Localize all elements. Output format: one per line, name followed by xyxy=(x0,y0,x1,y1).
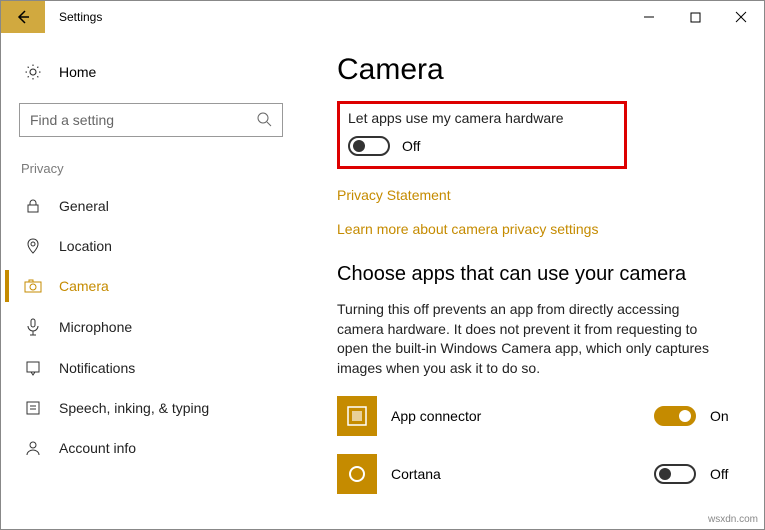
search-input[interactable] xyxy=(19,103,283,137)
privacy-statement-link[interactable]: Privacy Statement xyxy=(337,187,736,203)
sidebar-item-location[interactable]: Location xyxy=(13,226,301,266)
window-title: Settings xyxy=(45,1,626,33)
cortana-toggle[interactable] xyxy=(654,464,696,484)
app-name: Cortana xyxy=(391,466,640,482)
highlight-box: Let apps use my camera hardware Off xyxy=(337,101,627,169)
gear-icon xyxy=(21,63,45,81)
sidebar-item-account[interactable]: Account info xyxy=(13,428,301,468)
microphone-icon xyxy=(21,318,45,336)
nav-label: General xyxy=(59,198,109,214)
app-name: App connector xyxy=(391,408,640,424)
camera-toggle[interactable] xyxy=(348,136,390,156)
sidebar-item-notifications[interactable]: Notifications xyxy=(13,348,301,388)
speech-icon xyxy=(21,400,45,416)
close-button[interactable] xyxy=(718,1,764,33)
page-title: Camera xyxy=(337,53,736,87)
titlebar: Settings xyxy=(1,1,764,33)
nav-label: Location xyxy=(59,238,112,254)
cortana-icon xyxy=(337,454,377,494)
back-button[interactable] xyxy=(1,1,45,33)
app-toggle-state: On xyxy=(710,408,736,424)
account-icon xyxy=(21,440,45,456)
home-label: Home xyxy=(59,64,96,80)
search-field[interactable] xyxy=(30,112,256,128)
choose-apps-description: Turning this off prevents an app from di… xyxy=(337,300,717,378)
app-connector-toggle[interactable] xyxy=(654,406,696,426)
app-row-cortana: Cortana Off xyxy=(337,454,736,494)
app-row-connector: App connector On xyxy=(337,396,736,436)
choose-apps-heading: Choose apps that can use your camera xyxy=(337,263,736,286)
minimize-button[interactable] xyxy=(626,1,672,33)
sidebar-item-speech[interactable]: Speech, inking, & typing xyxy=(13,388,301,428)
watermark: wsxdn.com xyxy=(708,514,758,525)
camera-toggle-state: Off xyxy=(402,138,420,154)
nav-label: Notifications xyxy=(59,360,135,376)
sidebar-item-general[interactable]: General xyxy=(13,186,301,226)
learn-more-link[interactable]: Learn more about camera privacy settings xyxy=(337,221,736,237)
sidebar-item-camera[interactable]: Camera xyxy=(13,266,301,306)
camera-icon xyxy=(21,279,45,293)
app-connector-icon xyxy=(337,396,377,436)
sidebar-item-microphone[interactable]: Microphone xyxy=(13,306,301,348)
nav-label: Camera xyxy=(59,278,109,294)
camera-toggle-label: Let apps use my camera hardware xyxy=(348,110,612,126)
nav-label: Account info xyxy=(59,440,136,456)
sidebar: Home Privacy General Location Camera Mic… xyxy=(1,33,301,529)
nav-label: Speech, inking, & typing xyxy=(59,400,209,416)
nav-label: Microphone xyxy=(59,319,132,335)
main-panel: Camera Let apps use my camera hardware O… xyxy=(301,33,764,529)
section-label: Privacy xyxy=(13,155,301,186)
lock-icon xyxy=(21,198,45,214)
app-toggle-state: Off xyxy=(710,466,736,482)
search-icon xyxy=(256,111,272,130)
maximize-button[interactable] xyxy=(672,1,718,33)
location-icon xyxy=(21,238,45,254)
home-nav[interactable]: Home xyxy=(13,53,301,91)
notifications-icon xyxy=(21,360,45,376)
